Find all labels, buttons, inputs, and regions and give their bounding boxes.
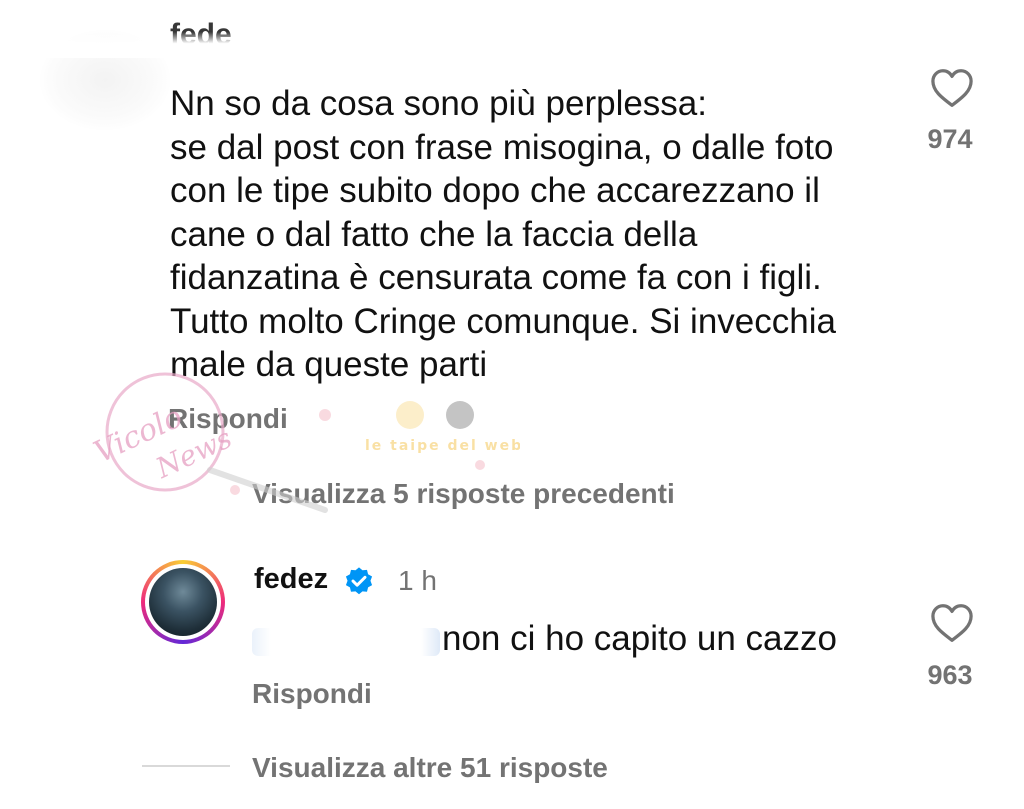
verified-badge-icon (345, 567, 373, 595)
view-more-replies-button[interactable]: Visualizza altre 51 risposte (252, 752, 608, 784)
avatar[interactable] (141, 560, 225, 644)
reply-button[interactable]: Rispondi (252, 678, 372, 710)
divider-line (142, 765, 230, 767)
like-count: 974 (927, 124, 973, 154)
heart-icon[interactable] (930, 68, 974, 108)
heart-icon[interactable] (930, 603, 974, 643)
reply-text: non ci ho capito un cazzo (442, 619, 837, 658)
reply-button[interactable]: Rispondi (168, 403, 288, 435)
comment-text: Nn so da cosa sono più perplessa: se dal… (170, 84, 836, 384)
view-previous-replies-button[interactable]: Visualizza 5 risposte precedenti (252, 478, 675, 510)
reply-username[interactable]: fedez (254, 563, 328, 596)
redacted-mention (252, 628, 440, 656)
redaction-mask (0, 0, 520, 58)
svg-text:le taipe del web: le taipe del web (365, 438, 520, 454)
reply-timestamp: 1 h (398, 565, 437, 596)
watermark-logo: Vicolo News le taipe del web (89, 372, 520, 513)
like-count: 963 (927, 660, 973, 690)
